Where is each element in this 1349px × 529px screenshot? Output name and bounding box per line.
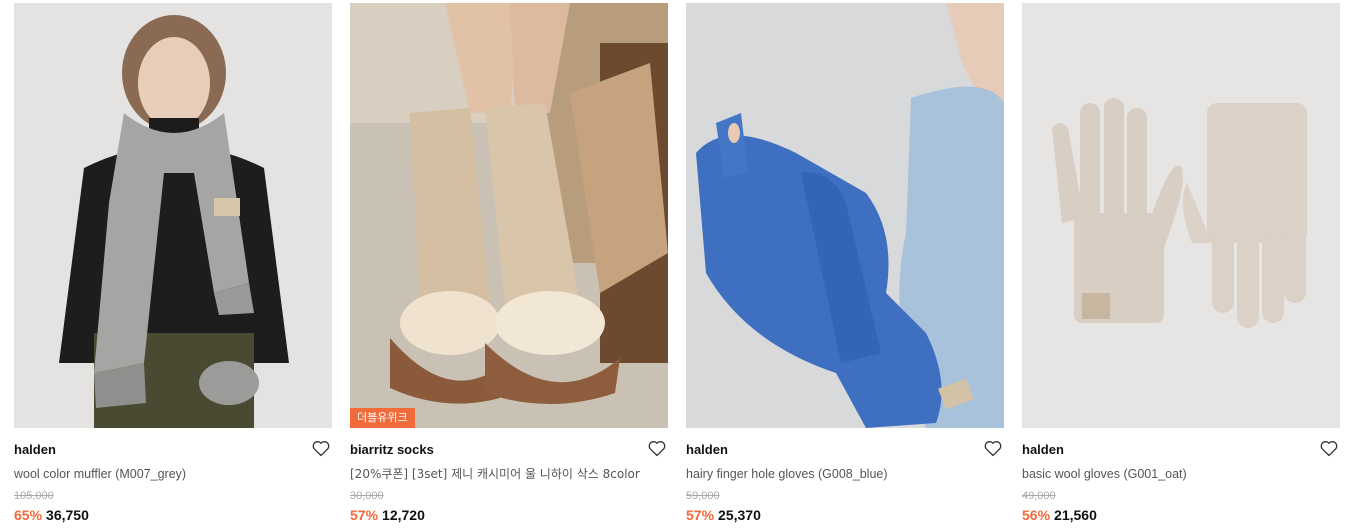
- product-grid: halden wool color muffler (M007_grey) 10…: [0, 0, 1349, 529]
- discount-rate: 57%: [350, 507, 379, 523]
- product-name[interactable]: [20%쿠폰] [3set] 제니 캐시미어 울 니하이 삭스 8color: [350, 466, 668, 482]
- product-image-muffler[interactable]: [14, 3, 332, 428]
- price-row: 56% 21,560: [1022, 507, 1340, 524]
- promo-badge: 더블유위크: [350, 408, 415, 428]
- price-row: 57% 25,370: [686, 507, 1004, 524]
- product-name[interactable]: wool color muffler (M007_grey): [14, 466, 332, 482]
- product-card[interactable]: halden basic wool gloves (G001_oat) 49,0…: [1022, 3, 1340, 524]
- product-card[interactable]: 더블유위크 biarritz socks [20%쿠폰] [3set] 제니 캐…: [350, 3, 668, 524]
- price-row: 65% 36,750: [14, 507, 332, 524]
- brand-name[interactable]: halden: [686, 442, 1004, 458]
- product-card[interactable]: halden wool color muffler (M007_grey) 10…: [14, 3, 332, 524]
- heart-icon[interactable]: [1320, 440, 1338, 457]
- brand-name[interactable]: biarritz socks: [350, 442, 668, 458]
- discount-rate: 56%: [1022, 507, 1051, 523]
- sale-price: 25,370: [718, 507, 761, 523]
- sale-price: 12,720: [382, 507, 425, 523]
- product-image-socks[interactable]: 더블유위크: [350, 3, 668, 428]
- discount-rate: 65%: [14, 507, 43, 523]
- brand-name[interactable]: halden: [14, 442, 332, 458]
- original-price: 49,000: [1022, 490, 1056, 502]
- sale-price: 21,560: [1054, 507, 1097, 523]
- brand-name[interactable]: halden: [1022, 442, 1340, 458]
- product-image-oat-gloves[interactable]: [1022, 3, 1340, 428]
- product-name[interactable]: basic wool gloves (G001_oat): [1022, 466, 1340, 482]
- original-price: 59,000: [686, 490, 720, 502]
- heart-icon[interactable]: [648, 440, 666, 457]
- price-row: 57% 12,720: [350, 507, 668, 524]
- original-price: 105,000: [14, 490, 54, 502]
- discount-rate: 57%: [686, 507, 715, 523]
- original-price: 30,000: [350, 490, 384, 502]
- product-name[interactable]: hairy finger hole gloves (G008_blue): [686, 466, 1004, 482]
- sale-price: 36,750: [46, 507, 89, 523]
- product-image-blue-gloves[interactable]: [686, 3, 1004, 428]
- heart-icon[interactable]: [984, 440, 1002, 457]
- product-card[interactable]: halden hairy finger hole gloves (G008_bl…: [686, 3, 1004, 524]
- heart-icon[interactable]: [312, 440, 330, 457]
